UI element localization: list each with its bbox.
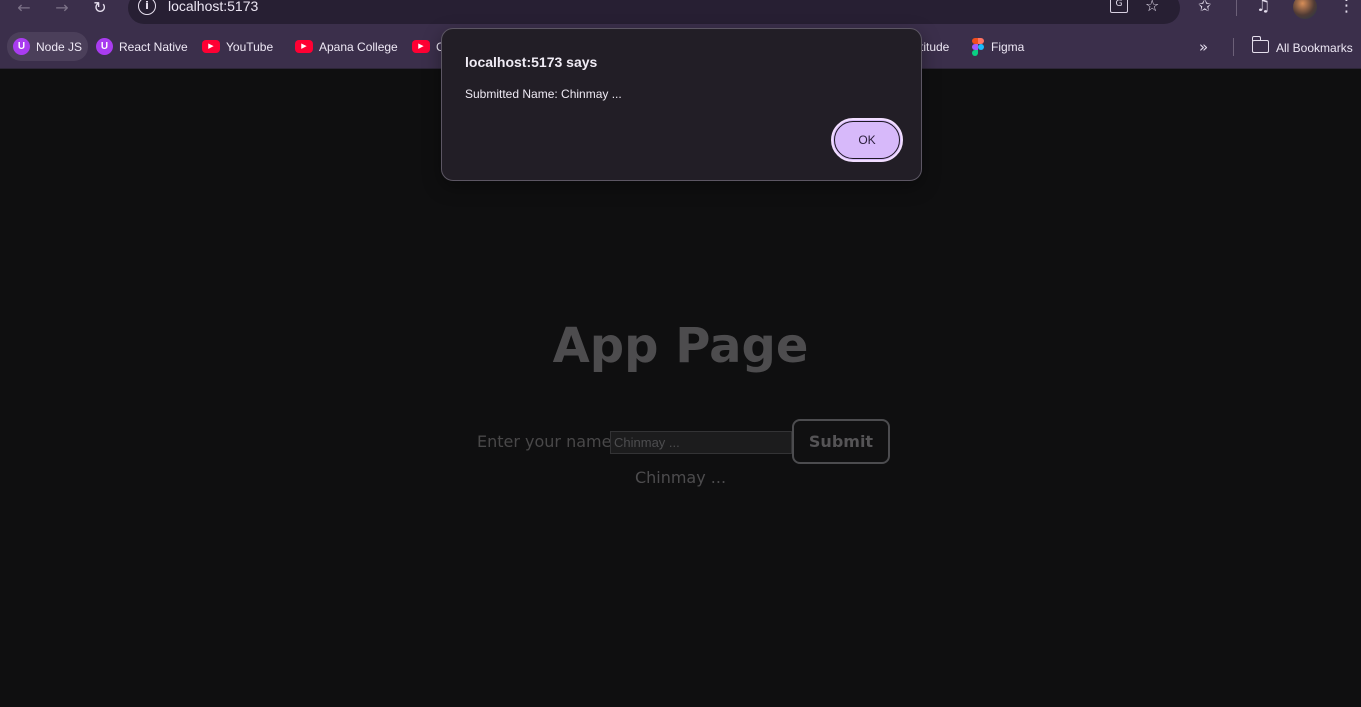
bookmark-label: React Native (119, 39, 188, 54)
submit-button[interactable]: Submit (792, 419, 890, 464)
bookmark-star-icon[interactable]: ☆ (1145, 0, 1159, 15)
youtube-icon: ▶ (295, 40, 313, 53)
bookmark-label: titude (920, 39, 950, 54)
address-bar[interactable] (128, 0, 1180, 24)
bookmarks-divider (1233, 38, 1234, 56)
reload-icon[interactable]: ↻ (88, 0, 112, 20)
all-bookmarks-link[interactable]: All Bookmarks (1276, 41, 1353, 55)
bookmark-apana-college[interactable]: ▶ Apana College (289, 32, 404, 61)
browser-toolbar: ← → ↻ i localhost:5173 G ☆ ✩ ♫ ⋮ (0, 0, 1361, 24)
browser-menu-icon[interactable]: ⋮ (1338, 0, 1355, 15)
dialog-message: Submitted Name: Chinmay ... (465, 87, 622, 101)
toolbar-divider (1236, 0, 1237, 16)
bookmark-label: YouTube (226, 39, 274, 54)
bookmark-label: Apana College (319, 39, 398, 54)
name-label: Enter your name: (477, 432, 617, 451)
page-title: App Page (552, 318, 809, 374)
udemy-icon: U (96, 38, 113, 55)
media-control-icon[interactable]: ♫ (1256, 0, 1270, 15)
figma-icon (972, 37, 985, 56)
ok-button[interactable]: OK (831, 118, 903, 162)
bookmark-youtube[interactable]: ▶ YouTube (196, 32, 279, 61)
folder-icon[interactable] (1251, 36, 1269, 53)
side-panel-star-icon[interactable]: ✩ (1198, 0, 1211, 15)
bookmarks-overflow-icon[interactable]: » (1199, 38, 1208, 56)
forward-icon[interactable]: → (50, 0, 74, 20)
name-input[interactable] (610, 431, 792, 454)
youtube-icon: ▶ (412, 40, 430, 53)
bookmark-label: Figma (991, 39, 1025, 54)
url-text[interactable]: localhost:5173 (168, 0, 258, 14)
alert-dialog: localhost:5173 says Submitted Name: Chin… (441, 28, 922, 181)
translate-icon[interactable]: G (1110, 0, 1128, 13)
udemy-icon: U (13, 38, 30, 55)
youtube-icon: ▶ (202, 40, 220, 53)
submitted-name-display: Chinmay ... (634, 468, 727, 487)
bookmark-react-native[interactable]: U React Native (90, 32, 194, 61)
bookmark-figma[interactable]: Figma (966, 32, 1030, 61)
profile-avatar[interactable] (1293, 0, 1317, 19)
back-icon[interactable]: ← (12, 0, 36, 20)
dialog-title: localhost:5173 says (465, 54, 598, 70)
bookmark-label: Node JS (36, 39, 83, 54)
bookmark-node-js[interactable]: U Node JS (7, 32, 89, 61)
